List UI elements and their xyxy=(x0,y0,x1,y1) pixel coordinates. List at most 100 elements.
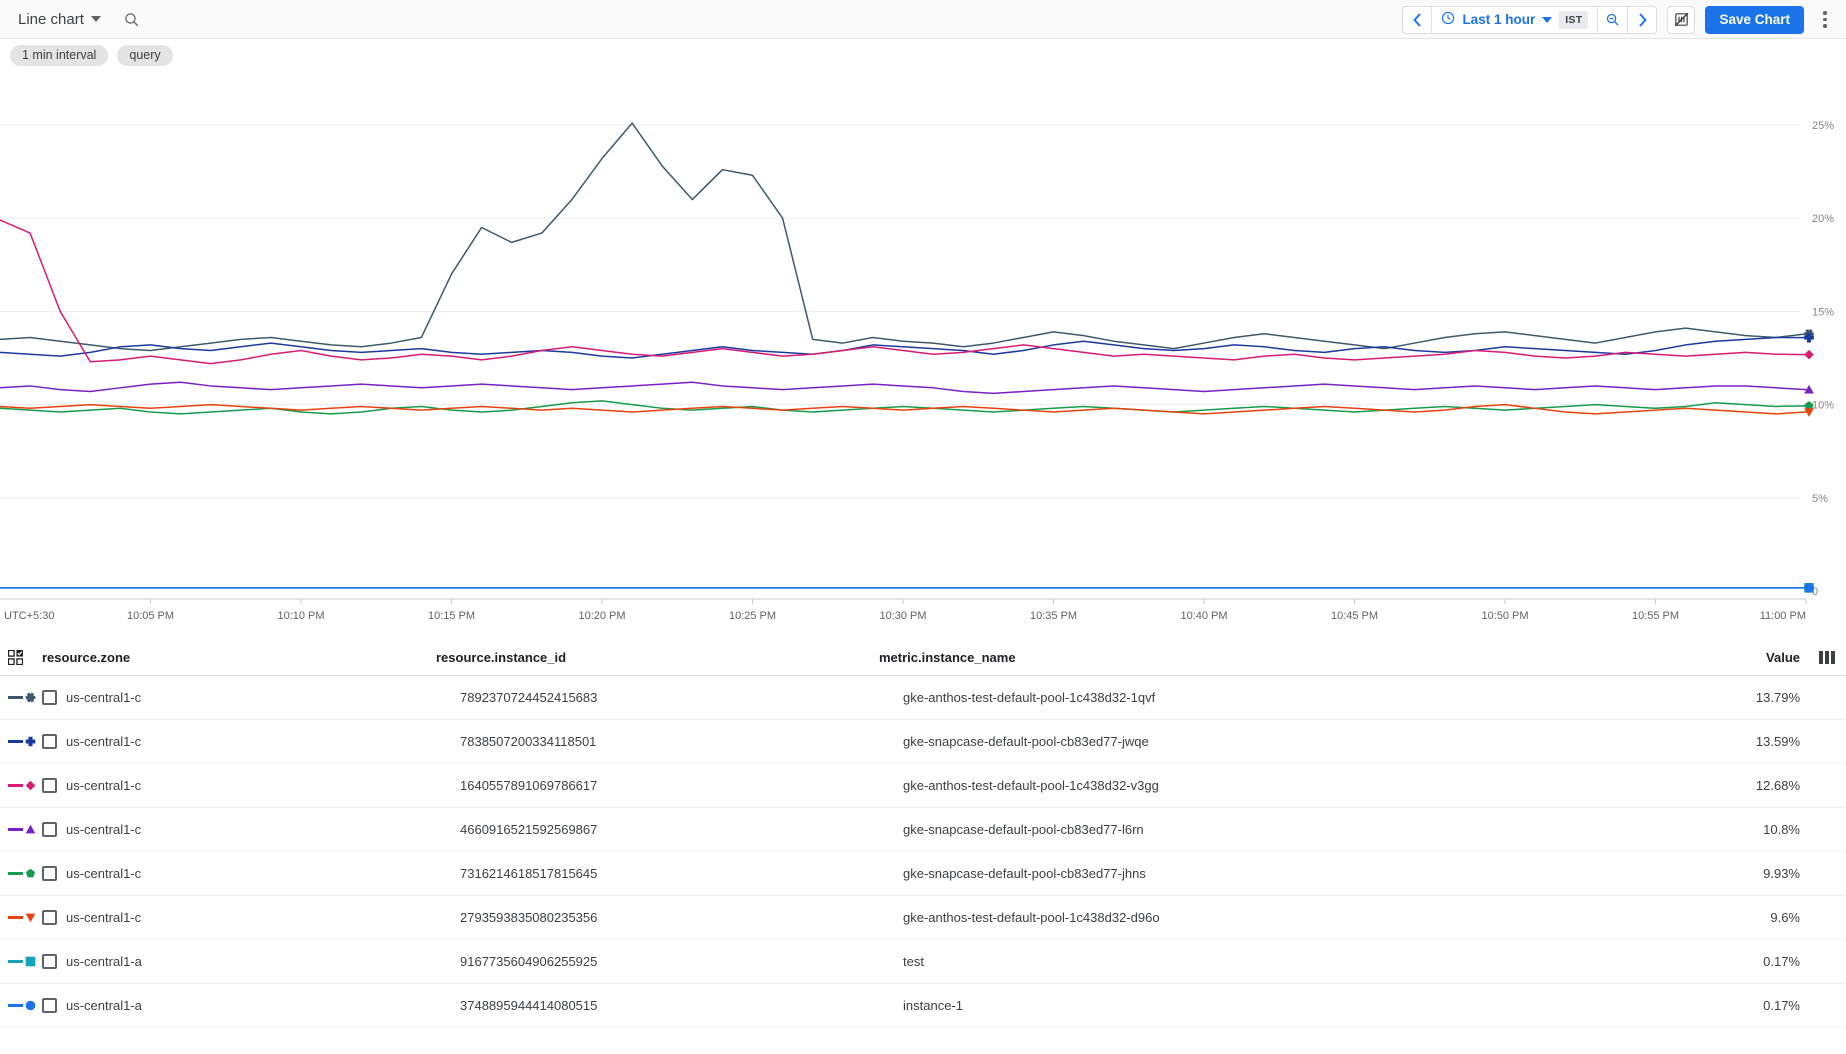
x-axis-tick-label: 10:45 PM xyxy=(1331,610,1378,622)
chip-query[interactable]: query xyxy=(117,45,172,66)
cell-value: 13.79% xyxy=(1688,690,1808,705)
series-legend-table: resource.zone resource.instance_id metri… xyxy=(0,639,1846,1028)
cell-instance-name: instance-1 xyxy=(903,998,1688,1013)
series-endpoint-circle-icon xyxy=(1804,583,1814,593)
series-line-triangle[interactable] xyxy=(0,382,1806,393)
toolbar-right-group: Last 1 hour IST xyxy=(1402,0,1836,39)
previous-period-button[interactable] xyxy=(1403,7,1431,33)
column-header-instance-name[interactable]: metric.instance_name xyxy=(879,650,1688,665)
row-checkbox[interactable] xyxy=(42,998,57,1013)
table-row[interactable]: us-central1-c7316214618517815645gke-snap… xyxy=(0,852,1846,896)
series-line-asterisk[interactable] xyxy=(0,123,1806,350)
y-axis-tick-label: 25% xyxy=(1812,120,1834,132)
row-checkbox[interactable] xyxy=(42,954,57,969)
cell-value: 12.68% xyxy=(1688,778,1808,793)
row-checkbox[interactable] xyxy=(42,910,57,925)
row-checkbox-wrap xyxy=(42,910,66,925)
cell-instance-id: 2793593835080235356 xyxy=(460,910,903,925)
row-checkbox[interactable] xyxy=(42,690,57,705)
time-range-label: Last 1 hour xyxy=(1462,12,1535,27)
timezone-chip[interactable]: IST xyxy=(1559,11,1588,29)
cell-value: 0.17% xyxy=(1688,998,1808,1013)
row-checkbox-wrap xyxy=(42,734,66,749)
row-checkbox[interactable] xyxy=(42,778,57,793)
cell-instance-id: 9167735604906255925 xyxy=(460,954,903,969)
cell-value: 13.59% xyxy=(1688,734,1808,749)
table-row[interactable]: us-central1-c2793593835080235356gke-anth… xyxy=(0,896,1846,940)
cell-value: 9.93% xyxy=(1688,866,1808,881)
row-checkbox-wrap xyxy=(42,690,66,705)
zoom-out-button[interactable] xyxy=(1598,7,1627,33)
x-axis-tick-label: 10:25 PM xyxy=(729,610,776,622)
cell-instance-id: 7892370724452415683 xyxy=(460,690,903,705)
series-line-swatch xyxy=(8,696,23,698)
x-axis-tick-label: 10:10 PM xyxy=(277,610,324,622)
series-line-swatch xyxy=(8,828,23,830)
series-line-swatch xyxy=(8,872,23,874)
cell-instance-id: 1640557891069786617 xyxy=(460,778,903,793)
hide-legend-icon[interactable] xyxy=(1667,6,1695,34)
cell-instance-id: 7838507200334118501 xyxy=(460,734,903,749)
chart-type-dropdown[interactable]: Line chart xyxy=(18,11,101,28)
cell-zone: us-central1-c xyxy=(66,690,460,705)
series-marker-plus-icon xyxy=(0,735,42,748)
series-marker-tri-down-icon xyxy=(0,911,42,924)
table-row[interactable]: us-central1-c4660916521592569867gke-snap… xyxy=(0,808,1846,852)
cell-value: 10.8% xyxy=(1688,822,1808,837)
row-checkbox[interactable] xyxy=(42,734,57,749)
series-line-swatch xyxy=(8,784,23,786)
series-line-diamond[interactable] xyxy=(0,220,1806,364)
column-options-icon[interactable] xyxy=(1808,651,1846,664)
column-header-value[interactable]: Value xyxy=(1688,650,1808,665)
cell-zone: us-central1-c xyxy=(66,866,460,881)
cell-instance-id: 3748895944414080515 xyxy=(460,998,903,1013)
chip-interval[interactable]: 1 min interval xyxy=(10,45,108,66)
row-checkbox[interactable] xyxy=(42,866,57,881)
dot xyxy=(1823,18,1827,22)
cell-instance-name: gke-snapcase-default-pool-cb83ed77-l6rn xyxy=(903,822,1688,837)
table-row[interactable]: us-central1-a9167735604906255925test0.17… xyxy=(0,940,1846,984)
series-marker-square-icon xyxy=(0,955,42,968)
cell-instance-name: gke-anthos-test-default-pool-1c438d32-v3… xyxy=(903,778,1688,793)
table-row[interactable]: us-central1-c7892370724452415683gke-anth… xyxy=(0,676,1846,720)
table-row[interactable]: us-central1-c7838507200334118501gke-snap… xyxy=(0,720,1846,764)
chevron-down-icon xyxy=(91,16,101,22)
grid-select-icon[interactable] xyxy=(0,650,42,665)
table-row[interactable]: us-central1-c1640557891069786617gke-anth… xyxy=(0,764,1846,808)
cell-instance-id: 7316214618517815645 xyxy=(460,866,903,881)
series-marker-circle-icon xyxy=(0,999,42,1012)
row-checkbox-wrap xyxy=(42,822,66,837)
cell-instance-name: gke-anthos-test-default-pool-1c438d32-1q… xyxy=(903,690,1688,705)
next-period-button[interactable] xyxy=(1628,7,1656,33)
series-line-swatch xyxy=(8,916,23,918)
cell-zone: us-central1-a xyxy=(66,954,460,969)
time-range-picker[interactable]: Last 1 hour IST xyxy=(1432,7,1597,33)
time-range-group: Last 1 hour IST xyxy=(1402,6,1657,34)
table-row[interactable]: us-central1-a3748895944414080515instance… xyxy=(0,984,1846,1028)
series-marker-pentagon-icon xyxy=(0,867,42,880)
cell-zone: us-central1-c xyxy=(66,910,460,925)
cell-zone: us-central1-c xyxy=(66,822,460,837)
save-chart-button[interactable]: Save Chart xyxy=(1705,6,1804,34)
column-header-instance-id[interactable]: resource.instance_id xyxy=(436,650,879,665)
series-line-pentagon[interactable] xyxy=(0,401,1806,414)
row-checkbox[interactable] xyxy=(42,822,57,837)
series-marker-asterisk-icon xyxy=(0,691,42,704)
cell-instance-name: gke-anthos-test-default-pool-1c438d32-d9… xyxy=(903,910,1688,925)
kebab-menu-icon[interactable] xyxy=(1814,5,1836,35)
y-axis-tick-label: 15% xyxy=(1812,306,1834,318)
line-chart[interactable]: 25%20%15%10%5%010:05 PM10:10 PM10:15 PM1… xyxy=(0,71,1846,639)
x-axis-tick-label: 10:50 PM xyxy=(1481,610,1528,622)
cell-instance-id: 4660916521592569867 xyxy=(460,822,903,837)
series-line-swatch xyxy=(8,740,23,742)
series-marker-diamond-icon xyxy=(0,779,42,792)
row-checkbox-wrap xyxy=(42,866,66,881)
y-axis-tick-label: 5% xyxy=(1812,493,1828,505)
x-axis-tick-label: 10:55 PM xyxy=(1632,610,1679,622)
column-header-zone[interactable]: resource.zone xyxy=(42,650,436,665)
search-icon[interactable] xyxy=(123,11,140,28)
cell-value: 0.17% xyxy=(1688,954,1808,969)
chart-canvas[interactable]: 25%20%15%10%5%010:05 PM10:10 PM10:15 PM1… xyxy=(0,71,1846,639)
y-axis-tick-label: 20% xyxy=(1812,213,1834,225)
row-checkbox-wrap xyxy=(42,998,66,1013)
